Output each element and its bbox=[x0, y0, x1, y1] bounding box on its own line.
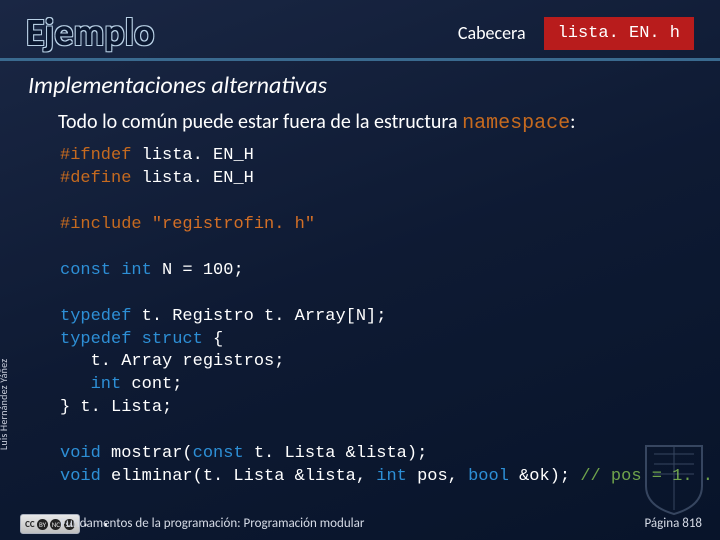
code-token: #ifndef bbox=[60, 146, 131, 165]
code-token: mostrar( bbox=[101, 444, 193, 463]
code-token: struct bbox=[142, 330, 203, 349]
code-token: &ok); bbox=[509, 467, 580, 486]
code-token: #include bbox=[60, 215, 142, 234]
namespace-keyword: namespace bbox=[462, 112, 570, 135]
code-token: bool bbox=[468, 467, 509, 486]
code-token: typedef bbox=[60, 307, 131, 326]
filename-box: lista. EN. h bbox=[544, 17, 694, 50]
code-token: lista. EN_H bbox=[131, 146, 253, 165]
code-token: { bbox=[203, 330, 223, 349]
intro-text: Todo lo común puede estar fuera de la es… bbox=[58, 110, 462, 134]
code-token: #define bbox=[60, 169, 131, 188]
code-token: void bbox=[60, 444, 101, 463]
code-token bbox=[60, 375, 91, 394]
footer: Fundamentos de la programación: Programa… bbox=[0, 512, 720, 540]
code-token bbox=[111, 261, 121, 280]
code-token: } t. Lista; bbox=[60, 398, 172, 417]
code-token: "registrofin. h" bbox=[152, 215, 315, 234]
code-token: cont; bbox=[121, 375, 182, 394]
header-label: Cabecera bbox=[458, 16, 544, 50]
code-token: const bbox=[60, 261, 111, 280]
author-vertical: Luis Hernández Yáñez bbox=[0, 359, 10, 450]
code-token bbox=[142, 215, 152, 234]
code-token: t. Registro t. Array[N]; bbox=[131, 307, 386, 326]
intro-colon: : bbox=[570, 110, 575, 134]
code-token: N = 100; bbox=[152, 261, 244, 280]
code-token: int bbox=[121, 261, 152, 280]
intro-line: Todo lo común puede estar fuera de la es… bbox=[0, 106, 720, 143]
page-number: Página 818 bbox=[644, 516, 702, 531]
code-token bbox=[131, 330, 141, 349]
code-token: int bbox=[376, 467, 407, 486]
code-token: typedef bbox=[60, 330, 131, 349]
subtitle: Implementaciones alternativas bbox=[0, 61, 720, 106]
code-token: void bbox=[60, 467, 101, 486]
code-token: t. Array registros; bbox=[60, 352, 284, 371]
header-row: Ejemplo Cabecera lista. EN. h bbox=[0, 0, 720, 61]
slide: Ejemplo Cabecera lista. EN. h Implementa… bbox=[0, 0, 720, 540]
code-token: int bbox=[91, 375, 122, 394]
slide-title: Ejemplo bbox=[26, 14, 154, 52]
code-token: eliminar(t. Lista &lista, bbox=[101, 467, 376, 486]
footer-text: Fundamentos de la programación: Programa… bbox=[60, 516, 644, 531]
code-token: t. Lista &lista); bbox=[244, 444, 428, 463]
code-token: lista. EN_H bbox=[131, 169, 253, 188]
code-token: const bbox=[193, 444, 244, 463]
university-shield-icon bbox=[642, 442, 706, 516]
code-block: #ifndef lista. EN_H #define lista. EN_H … bbox=[0, 143, 720, 535]
code-token: pos, bbox=[407, 467, 468, 486]
